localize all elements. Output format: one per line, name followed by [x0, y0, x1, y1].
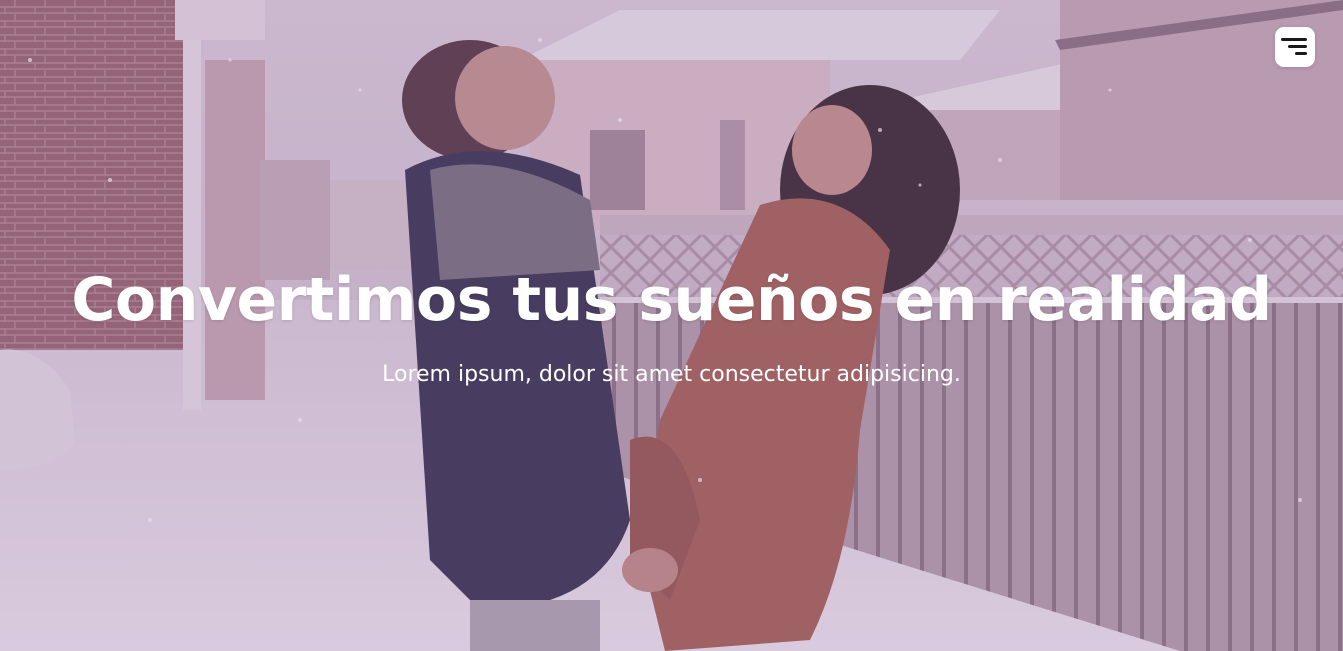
hero-title: Convertimos tus sueños en realidad: [71, 265, 1272, 335]
menu-toggle-button[interactable]: [1275, 27, 1315, 67]
hero-section: Convertimos tus sueños en realidad Lorem…: [0, 0, 1343, 651]
hero-subtitle: Lorem ipsum, dolor sit amet consectetur …: [382, 362, 961, 387]
